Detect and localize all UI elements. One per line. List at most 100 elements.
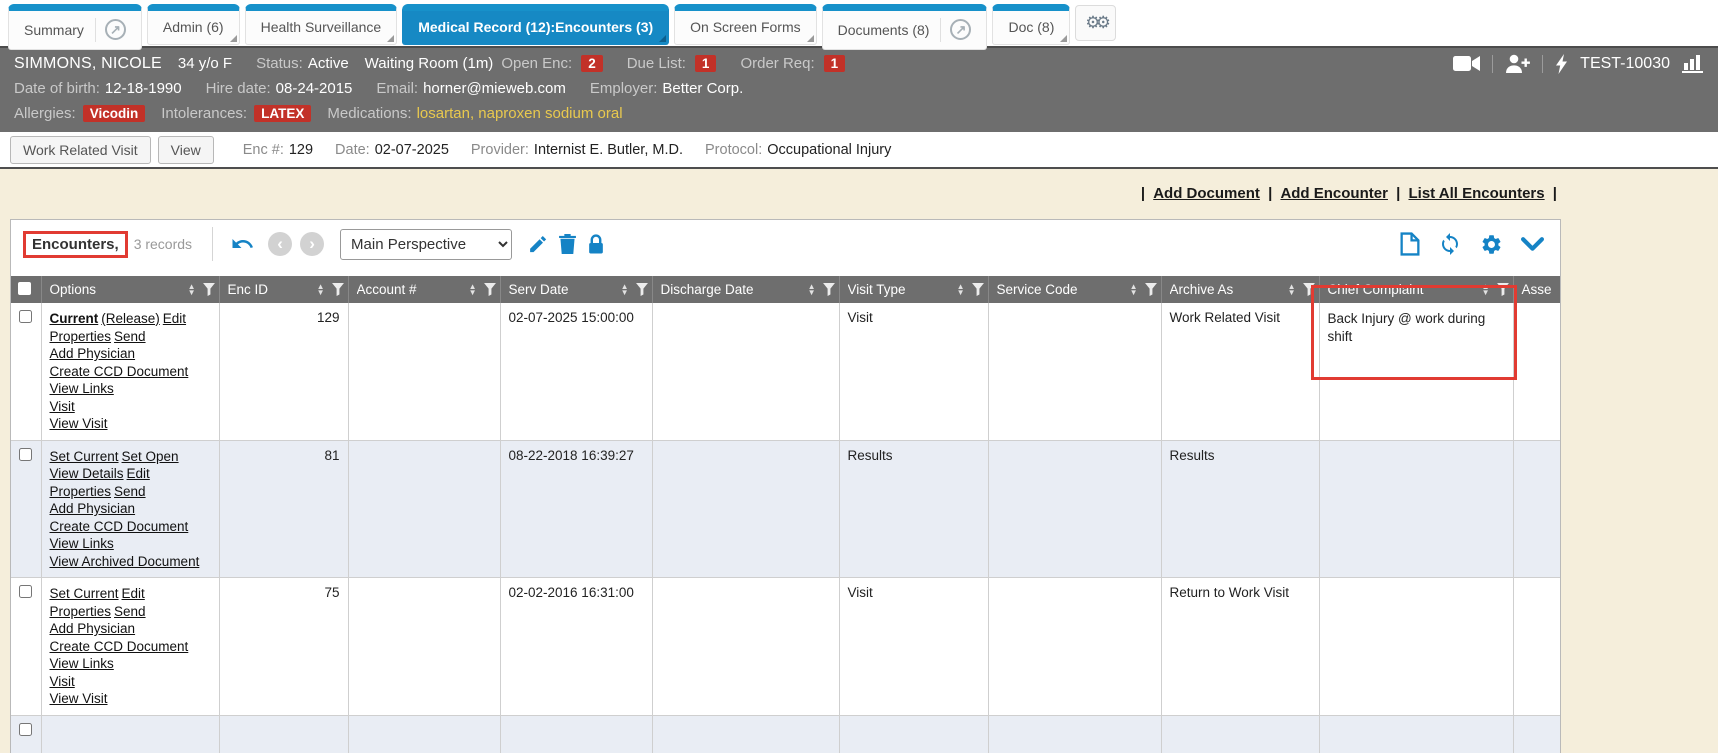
sort-icon[interactable]: ▲▼ bbox=[957, 284, 965, 296]
prev-icon[interactable]: ‹ bbox=[268, 232, 292, 256]
add-encounter-link[interactable]: Add Encounter bbox=[1280, 185, 1388, 202]
option-link[interactable]: Add Physician bbox=[50, 501, 136, 516]
option-link[interactable]: Set Open bbox=[122, 449, 179, 464]
medications-list[interactable]: losartan, naproxen sodium oral bbox=[417, 105, 623, 122]
option-link[interactable]: Properties bbox=[50, 484, 112, 499]
next-icon[interactable]: › bbox=[300, 232, 324, 256]
collapse-chevron-icon[interactable] bbox=[1521, 237, 1544, 252]
employer-value: Better Corp. bbox=[662, 80, 743, 97]
filter-icon[interactable] bbox=[636, 283, 648, 296]
tab-settings-button[interactable]: ⚙⚙ bbox=[1075, 5, 1115, 41]
filter-icon[interactable] bbox=[332, 283, 344, 296]
bar-chart-icon[interactable] bbox=[1682, 54, 1704, 73]
sort-icon[interactable]: ▲▼ bbox=[188, 284, 196, 296]
add-document-link[interactable]: Add Document bbox=[1153, 185, 1260, 202]
order-req-badge[interactable]: 1 bbox=[824, 55, 846, 72]
option-link[interactable]: Set Current bbox=[50, 586, 119, 601]
intolerance-badge[interactable]: LATEX bbox=[254, 105, 311, 122]
video-camera-icon[interactable] bbox=[1453, 55, 1480, 72]
external-link-icon[interactable]: ↗ bbox=[105, 19, 126, 40]
option-link[interactable]: Add Physician bbox=[50, 621, 136, 636]
option-link[interactable]: Properties bbox=[50, 604, 112, 619]
tab-doc[interactable]: Doc (8) bbox=[992, 4, 1070, 45]
sort-icon[interactable]: ▲▼ bbox=[317, 284, 325, 296]
tab-summary[interactable]: Summary ↗ bbox=[8, 4, 142, 50]
edit-pencil-icon[interactable] bbox=[528, 235, 547, 254]
tab-medical-record-encounters[interactable]: Medical Record (12):Encounters (3) bbox=[402, 4, 669, 45]
row-checkbox[interactable] bbox=[19, 723, 32, 736]
pipe-separator: | bbox=[1268, 185, 1272, 202]
row-checkbox[interactable] bbox=[19, 585, 32, 598]
sort-icon[interactable]: ▲▼ bbox=[808, 284, 816, 296]
sort-icon[interactable]: ▲▼ bbox=[1482, 284, 1490, 296]
status-value: Active bbox=[308, 55, 349, 72]
pipe-separator: | bbox=[1553, 185, 1557, 202]
tab-admin[interactable]: Admin (6) bbox=[147, 4, 240, 45]
grid-settings-gear-icon[interactable] bbox=[1480, 233, 1503, 256]
sort-icon[interactable]: ▲▼ bbox=[469, 284, 477, 296]
option-link[interactable]: View Links bbox=[50, 656, 114, 671]
medications-label: Medications: bbox=[327, 105, 411, 122]
encounter-row: Set CurrentSet Open View DetailsEdit Pro… bbox=[11, 440, 1560, 578]
option-link[interactable]: View Visit bbox=[50, 691, 108, 706]
option-link[interactable]: Edit bbox=[163, 311, 186, 326]
cell-options: Set CurrentEdit PropertiesSend Add Physi… bbox=[41, 578, 219, 716]
option-link[interactable]: Create CCD Document bbox=[50, 364, 189, 379]
tab-on-screen-forms[interactable]: On Screen Forms bbox=[674, 4, 816, 45]
option-link[interactable]: Edit bbox=[122, 586, 145, 601]
filter-icon[interactable] bbox=[972, 283, 984, 296]
option-link[interactable]: Properties bbox=[50, 329, 112, 344]
option-link[interactable]: View Visit bbox=[50, 416, 108, 431]
option-link[interactable]: Send bbox=[114, 604, 146, 619]
tab-documents[interactable]: Documents (8) ↗ bbox=[822, 4, 988, 50]
option-link[interactable]: View Links bbox=[50, 381, 114, 396]
due-list-badge[interactable]: 1 bbox=[695, 55, 717, 72]
option-link[interactable]: View Archived Document bbox=[50, 554, 200, 569]
option-link[interactable]: Add Physician bbox=[50, 346, 136, 361]
add-person-icon[interactable] bbox=[1505, 54, 1530, 73]
filter-icon[interactable] bbox=[1145, 283, 1157, 296]
work-related-visit-button[interactable]: Work Related Visit bbox=[10, 136, 151, 164]
option-link[interactable]: Current bbox=[50, 311, 99, 326]
view-button[interactable]: View bbox=[158, 136, 214, 164]
sort-icon[interactable]: ▲▼ bbox=[1130, 284, 1138, 296]
sort-icon[interactable]: ▲▼ bbox=[1288, 284, 1296, 296]
option-link[interactable]: Visit bbox=[50, 399, 75, 414]
lock-icon[interactable] bbox=[588, 234, 604, 254]
refresh-icon[interactable] bbox=[1438, 232, 1462, 256]
filter-icon[interactable] bbox=[1303, 283, 1315, 296]
allergy-badge[interactable]: Vicodin bbox=[83, 105, 146, 122]
option-link[interactable]: Edit bbox=[127, 466, 150, 481]
filter-icon[interactable] bbox=[823, 283, 835, 296]
undo-icon[interactable] bbox=[229, 232, 256, 256]
column-header-archive-as: Archive As▲▼ bbox=[1161, 276, 1319, 303]
select-all-checkbox[interactable] bbox=[18, 282, 31, 295]
new-document-icon[interactable] bbox=[1400, 232, 1420, 256]
email-value: horner@mieweb.com bbox=[423, 80, 566, 97]
filter-icon[interactable] bbox=[1497, 283, 1509, 296]
option-link[interactable]: Create CCD Document bbox=[50, 639, 189, 654]
column-header-service-code: Service Code▲▼ bbox=[988, 276, 1161, 303]
tab-health-surveillance[interactable]: Health Surveillance bbox=[245, 4, 398, 45]
option-link[interactable]: View Links bbox=[50, 536, 114, 551]
perspective-select[interactable]: Main Perspective bbox=[340, 229, 512, 260]
option-link[interactable]: View Details bbox=[50, 466, 124, 481]
delete-trash-icon[interactable] bbox=[559, 234, 576, 254]
option-link[interactable]: Visit bbox=[50, 674, 75, 689]
option-link[interactable]: Send bbox=[114, 484, 146, 499]
tab-label: Doc (8) bbox=[1008, 19, 1054, 35]
row-checkbox[interactable] bbox=[19, 448, 32, 461]
cell-account bbox=[348, 578, 500, 716]
sort-icon[interactable]: ▲▼ bbox=[621, 284, 629, 296]
open-enc-badge[interactable]: 2 bbox=[581, 55, 603, 72]
list-all-encounters-link[interactable]: List All Encounters bbox=[1408, 185, 1544, 202]
option-link[interactable]: Create CCD Document bbox=[50, 519, 189, 534]
external-link-icon[interactable]: ↗ bbox=[950, 19, 971, 40]
lightning-bolt-icon[interactable] bbox=[1555, 54, 1568, 74]
filter-icon[interactable] bbox=[484, 283, 496, 296]
row-checkbox[interactable] bbox=[19, 310, 32, 323]
option-link[interactable]: (Release) bbox=[101, 311, 160, 326]
option-link[interactable]: Set Current bbox=[50, 449, 119, 464]
option-link[interactable]: Send bbox=[114, 329, 146, 344]
filter-icon[interactable] bbox=[203, 283, 215, 296]
